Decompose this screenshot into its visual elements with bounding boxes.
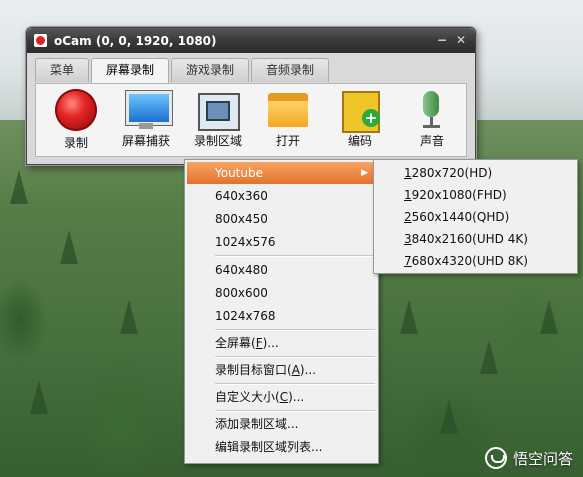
menu-item-800x450[interactable]: 800x450 xyxy=(187,208,376,230)
menu-item-label: 920x1080(FHD) xyxy=(411,188,507,202)
tree-shape xyxy=(540,300,558,334)
accelerator-key: A xyxy=(291,363,300,377)
open-button[interactable]: 打开 xyxy=(258,89,318,153)
menu-item-1024x576[interactable]: 1024x576 xyxy=(187,231,376,253)
menu-separator xyxy=(215,383,375,385)
watermark-text: 悟空问答 xyxy=(512,449,573,468)
close-button[interactable]: ✕ xyxy=(453,32,469,48)
wukong-logo-icon xyxy=(484,447,507,469)
tree-shape xyxy=(60,230,78,264)
ocam-app-icon xyxy=(34,34,47,47)
submenu-item-3840x2160[interactable]: 3840x2160(UHD 4K) xyxy=(376,228,575,250)
menu-item-1024x768[interactable]: 1024x768 xyxy=(187,305,376,327)
accelerator-key: 7 xyxy=(404,254,412,268)
menu-item-label: 840x2160(UHD 4K) xyxy=(411,232,528,246)
submenu-item-7680x4320[interactable]: 7680x4320(UHD 8K) xyxy=(376,250,575,272)
accelerator-key: C xyxy=(279,390,289,404)
toolbar-panel: 录制 屏幕捕获 录制区域 打开 + 编码 声音 xyxy=(35,83,467,157)
menu-separator xyxy=(215,255,375,257)
menu-item-add-region[interactable]: 添加录制区域... xyxy=(187,413,376,435)
menu-separator xyxy=(215,329,375,331)
record-region-label: 录制区域 xyxy=(193,134,242,148)
record-label: 录制 xyxy=(63,136,88,150)
menu-item-label: )... xyxy=(262,336,279,350)
tab-game-record[interactable]: 游戏录制 xyxy=(171,58,250,82)
tab-menu[interactable]: 菜单 xyxy=(35,58,90,82)
submenu-item-2560x1440[interactable]: 2560x1440(QHD) xyxy=(376,206,575,228)
watermark: 悟空问答 xyxy=(484,447,573,469)
record-button[interactable]: 录制 xyxy=(46,89,106,153)
menu-item-label: 录制目标窗口( xyxy=(215,363,292,377)
youtube-submenu: 1280x720(HD) 1920x1080(FHD) 2560x1440(QH… xyxy=(373,159,578,274)
sound-label: 声音 xyxy=(419,134,444,148)
tree-shape xyxy=(10,170,28,204)
menu-separator xyxy=(215,410,375,412)
screen-capture-label: 屏幕捕获 xyxy=(121,134,170,148)
region-icon xyxy=(196,89,240,131)
menu-item-label: 全屏幕( xyxy=(215,336,256,350)
accelerator-key: 3 xyxy=(404,232,412,246)
submenu-arrow-icon: ▶ xyxy=(361,168,368,178)
tab-bar: 菜单 屏幕录制 游戏录制 音频录制 xyxy=(35,58,330,84)
tree-shape xyxy=(120,300,138,334)
record-region-button[interactable]: 录制区域 xyxy=(188,89,248,153)
menu-item-fullscreen[interactable]: 全屏幕(F)... xyxy=(187,332,376,354)
menu-item-label: )... xyxy=(299,363,317,377)
film-encode-icon: + xyxy=(338,89,382,133)
encode-label: 编码 xyxy=(347,134,372,148)
menu-item-edit-regions[interactable]: 编辑录制区域列表... xyxy=(187,436,376,458)
menu-item-target-window[interactable]: 录制目标窗口(A)... xyxy=(187,359,376,381)
menu-item-label: 560x1440(QHD) xyxy=(411,210,510,224)
tree-shape xyxy=(440,400,458,434)
minimize-button[interactable]: − xyxy=(434,32,450,48)
menu-separator xyxy=(215,356,375,358)
menu-item-youtube[interactable]: Youtube ▶ xyxy=(187,162,376,184)
tree-shape xyxy=(480,340,498,374)
record-size-menu: Youtube ▶ 640x360 800x450 1024x576 640x4… xyxy=(184,159,379,464)
menu-item-label: 自定义大小( xyxy=(215,390,280,404)
tree-shape xyxy=(400,300,418,334)
microphone-icon xyxy=(410,89,454,129)
submenu-item-1280x720[interactable]: 1280x720(HD) xyxy=(376,162,575,184)
tree-shape xyxy=(30,380,48,414)
accelerator-key: 1 xyxy=(404,166,412,180)
menu-item-label: Youtube xyxy=(215,166,263,180)
menu-item-800x600[interactable]: 800x600 xyxy=(187,282,376,304)
folder-icon xyxy=(266,89,310,129)
menu-item-label: 280x720(HD) xyxy=(411,166,493,180)
menu-item-label: 680x4320(UHD 8K) xyxy=(411,254,528,268)
sound-button[interactable]: 声音 xyxy=(402,89,462,153)
encode-button[interactable]: + 编码 xyxy=(330,89,390,153)
menu-item-640x360[interactable]: 640x360 xyxy=(187,185,376,207)
tab-audio-record[interactable]: 音频录制 xyxy=(251,58,330,82)
window-title: oCam (0, 0, 1920, 1080) xyxy=(54,34,217,48)
screen-capture-button[interactable]: 屏幕捕获 xyxy=(116,89,176,153)
accelerator-key: F xyxy=(255,336,263,350)
accelerator-key: 1 xyxy=(404,188,412,202)
submenu-item-1920x1080[interactable]: 1920x1080(FHD) xyxy=(376,184,575,206)
tab-screen-record[interactable]: 屏幕录制 xyxy=(91,58,170,84)
menu-item-640x480[interactable]: 640x480 xyxy=(187,259,376,281)
record-icon xyxy=(55,89,97,131)
open-label: 打开 xyxy=(275,134,300,148)
menu-item-custom-size[interactable]: 自定义大小(C)... xyxy=(187,386,376,408)
title-bar[interactable]: oCam (0, 0, 1920, 1080) − ✕ xyxy=(27,28,475,53)
ocam-window: oCam (0, 0, 1920, 1080) − ✕ 菜单 屏幕录制 游戏录制… xyxy=(26,27,476,165)
accelerator-key: 2 xyxy=(404,210,412,224)
menu-item-label: )... xyxy=(288,390,305,404)
monitor-icon xyxy=(124,89,172,129)
